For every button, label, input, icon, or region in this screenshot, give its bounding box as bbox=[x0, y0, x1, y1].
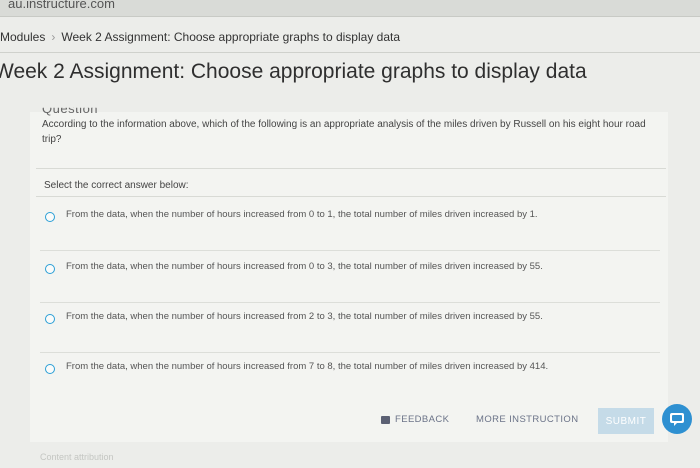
answer-option-3[interactable]: From the data, when the number of hours … bbox=[40, 308, 660, 353]
radio-icon[interactable] bbox=[45, 314, 55, 324]
radio-icon[interactable] bbox=[45, 212, 55, 222]
page-title: Week 2 Assignment: Choose appropriate gr… bbox=[0, 60, 587, 83]
breadcrumb-assignment-link[interactable]: Week 2 Assignment: Choose appropriate gr… bbox=[61, 30, 400, 44]
feedback-button[interactable]: FEEDBACK bbox=[395, 414, 449, 425]
divider bbox=[36, 196, 666, 197]
browser-top-strip: au.instructure.com bbox=[0, 0, 700, 17]
answer-option-4[interactable]: From the data, when the number of hours … bbox=[40, 358, 660, 402]
feedback-icon[interactable] bbox=[381, 416, 390, 424]
content-attribution[interactable]: Content attribution bbox=[40, 452, 114, 462]
url-fragment: au.instructure.com bbox=[8, 0, 115, 11]
answer-option-1[interactable]: From the data, when the number of hours … bbox=[40, 206, 660, 251]
answer-option-text: From the data, when the number of hours … bbox=[66, 261, 543, 272]
question-text: According to the information above, whic… bbox=[42, 119, 646, 145]
select-label: Select the correct answer below: bbox=[44, 180, 189, 191]
more-instruction-button[interactable]: MORE INSTRUCTION bbox=[476, 414, 578, 425]
radio-icon[interactable] bbox=[45, 364, 55, 374]
answer-option-text: From the data, when the number of hours … bbox=[66, 361, 549, 372]
radio-icon[interactable] bbox=[45, 264, 55, 274]
breadcrumb-modules-link[interactable]: Modules bbox=[0, 30, 45, 44]
answer-option-text: From the data, when the number of hours … bbox=[66, 209, 538, 220]
breadcrumb: Modules › Week 2 Assignment: Choose appr… bbox=[0, 30, 400, 44]
chevron-right-icon: › bbox=[51, 30, 56, 44]
section-label: Question bbox=[42, 101, 99, 116]
chat-button[interactable] bbox=[662, 404, 692, 434]
divider bbox=[0, 52, 700, 53]
divider bbox=[36, 168, 666, 169]
answer-option-text: From the data, when the number of hours … bbox=[66, 311, 543, 322]
answer-option-2[interactable]: From the data, when the number of hours … bbox=[40, 258, 660, 303]
submit-button[interactable]: SUBMIT bbox=[598, 408, 654, 434]
chat-icon bbox=[670, 413, 684, 426]
